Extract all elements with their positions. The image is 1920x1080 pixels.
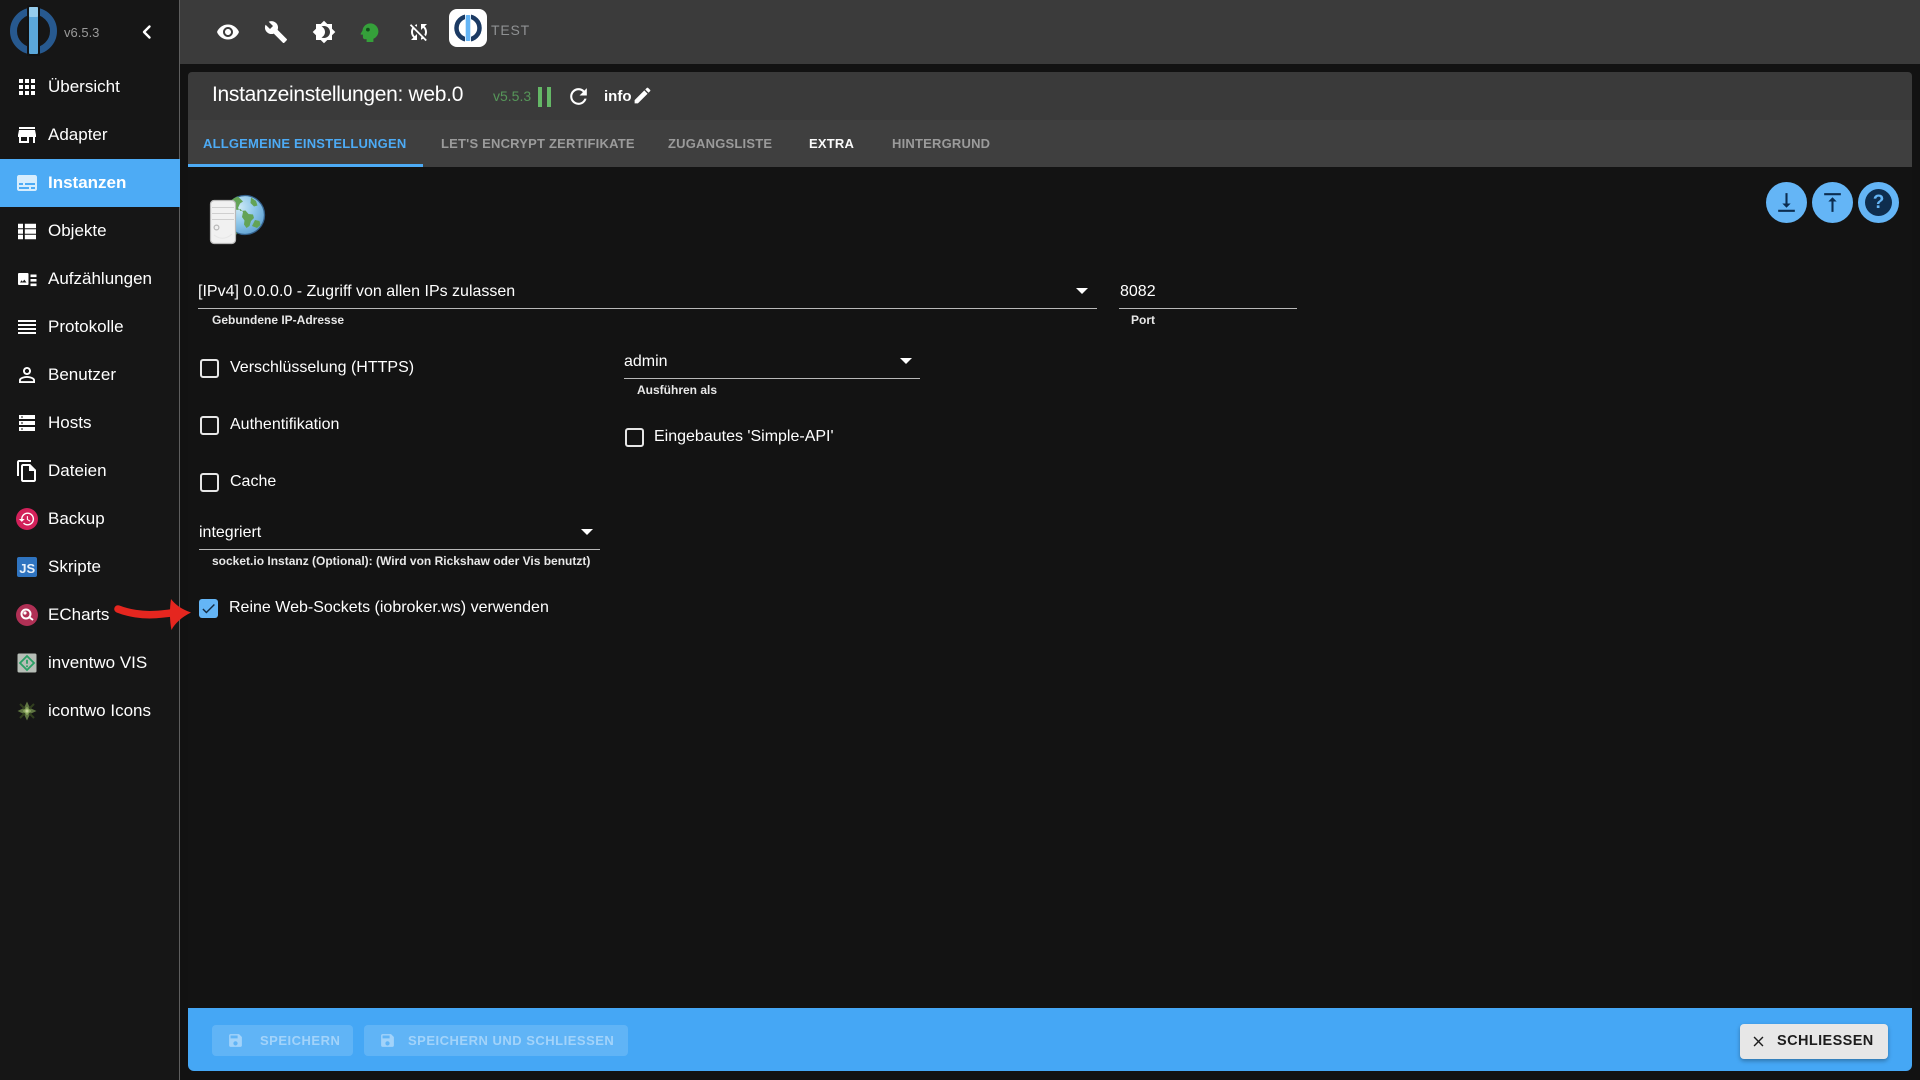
svg-text:JS: JS <box>19 561 35 576</box>
